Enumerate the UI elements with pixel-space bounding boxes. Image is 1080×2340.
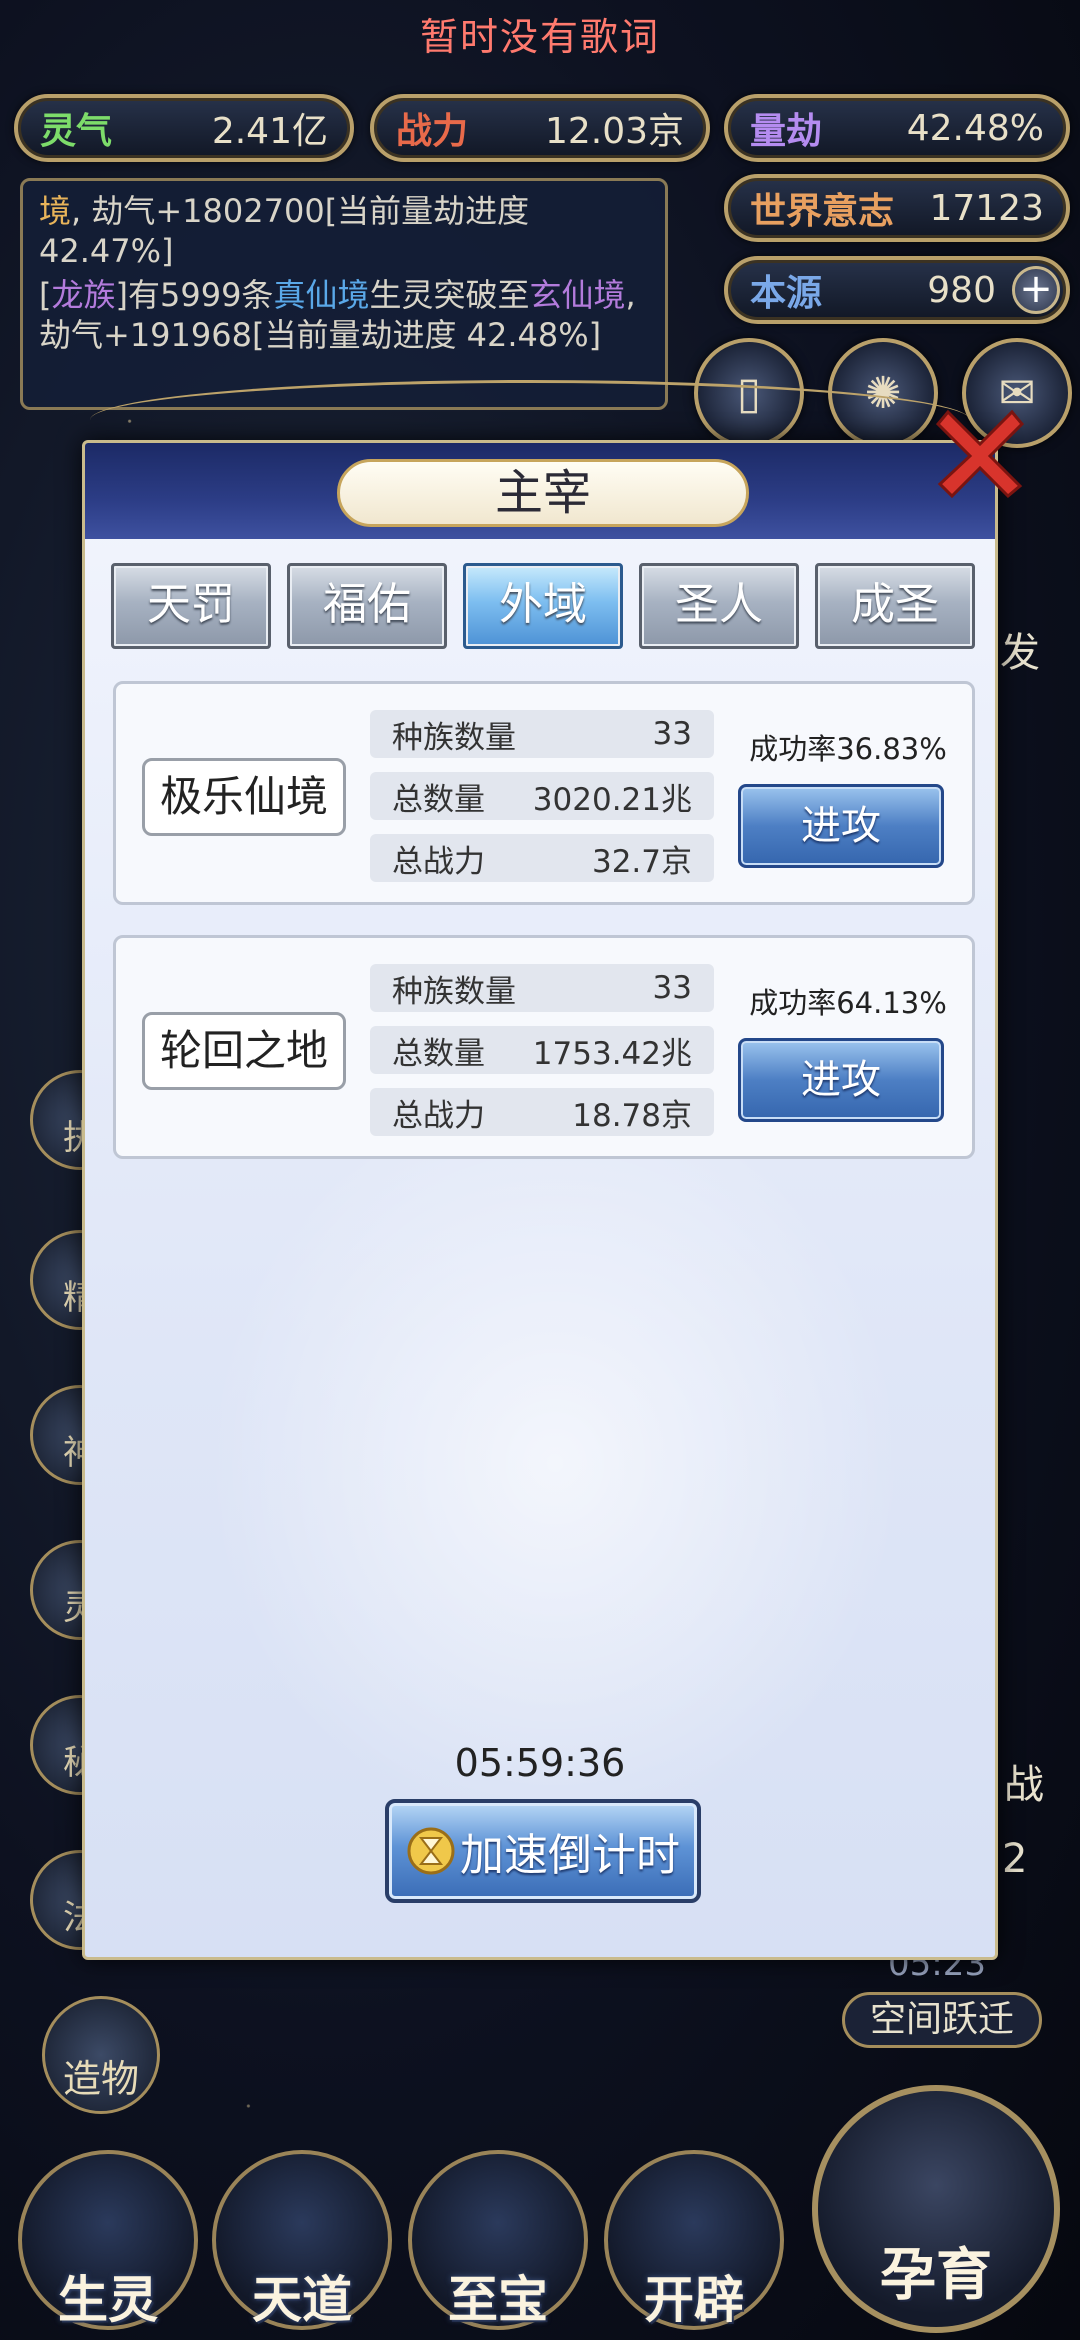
log-line-2-race: 龙族	[51, 276, 116, 314]
event-log: 境, 劫气+1802700[当前量劫进度 42.47%] [龙族]有5999条真…	[20, 178, 668, 410]
total-power-label: 总战力	[392, 1097, 485, 1134]
stat-shijie[interactable]: 世界意志 17123	[724, 174, 1070, 242]
bottom-tiandao-button[interactable]: 天道	[212, 2150, 392, 2330]
add-benyuan-button[interactable]: +	[1012, 266, 1060, 314]
total-count-row: 总数量 3020.21兆	[370, 772, 714, 820]
stat-liangjie[interactable]: 量劫 42.48%	[724, 94, 1070, 162]
bottom-shengling-label: 生灵	[58, 2270, 158, 2329]
stat-zhanli-label: 战力	[396, 110, 469, 152]
total-count-value: 3020.21兆	[532, 781, 692, 818]
total-power-row: 总战力 18.78京	[370, 1088, 714, 1136]
modal-background-art	[205, 1083, 905, 1843]
race-count-label: 种族数量	[392, 973, 516, 1010]
race-count-label: 种族数量	[392, 719, 516, 756]
log-line-2-realm: 真仙境	[273, 276, 370, 314]
lyric-text: 暂时没有歌词	[419, 15, 660, 59]
stat-zhanli[interactable]: 战力 12.03京	[370, 94, 710, 162]
stat-lingqi[interactable]: 灵气 2.41亿	[14, 94, 354, 162]
close-icon[interactable]	[930, 402, 1030, 502]
tab-chengsheng[interactable]: 成圣	[815, 563, 975, 649]
yunyu-label: 孕育	[880, 2242, 992, 2308]
log-line-1: 境, 劫气+1802700[当前量劫进度 42.47%]	[39, 191, 649, 271]
tab-shengren[interactable]: 圣人	[639, 563, 799, 649]
log-line-2-realm2: 玄仙境	[529, 276, 626, 314]
zaowu-label: 造物	[62, 2057, 139, 2101]
bottom-shengling-button[interactable]: 生灵	[18, 2150, 198, 2330]
log-line-1-body: , 劫气+1802700[当前量劫进度 42.47%]	[39, 192, 530, 270]
stat-liangjie-label: 量劫	[750, 110, 823, 152]
side-peek-fa: 发	[1000, 630, 1040, 676]
race-count-row: 种族数量 33	[370, 710, 714, 758]
zaowu-button[interactable]: 造物	[42, 1996, 160, 2114]
total-power-label: 总战力	[392, 843, 485, 880]
bottom-zhibao-label: 至宝	[448, 2270, 548, 2329]
total-count-label: 总数量	[392, 1035, 485, 1072]
success-rate: 成功率64.13%	[749, 986, 947, 1020]
race-count-value: 33	[652, 716, 692, 752]
bottom-kaipi-label: 开辟	[644, 2270, 744, 2329]
total-power-value: 18.78京	[572, 1097, 692, 1134]
race-count-value: 33	[652, 970, 692, 1006]
log-line-1-head: 境	[39, 192, 72, 230]
attack-button[interactable]: 进攻	[738, 784, 944, 868]
log-line-2-bracket: [	[39, 276, 52, 314]
total-count-label: 总数量	[392, 781, 485, 818]
side-peek-zhan: 战	[1004, 1762, 1044, 1808]
dominion-modal: 主宰 天罚 福佑 外域 圣人 成圣 极乐仙境 种族数量 33 总数量 3020.…	[82, 440, 998, 1960]
realm-card-2: 轮回之地 种族数量 33 总数量 1753.42兆 总战力 18.78京 成功率…	[113, 935, 975, 1159]
yunyu-button[interactable]: 孕育	[812, 2085, 1060, 2333]
attack-button[interactable]: 进攻	[738, 1038, 944, 1122]
stat-lingqi-label: 灵气	[40, 110, 113, 152]
tab-tianfa[interactable]: 天罚	[111, 563, 271, 649]
log-line-2: [龙族]有5999条真仙境生灵突破至玄仙境, 劫气+191968[当前量劫进度 …	[39, 275, 649, 355]
speed-up-countdown-button[interactable]: 加速倒计时	[385, 1799, 701, 1903]
realm-name: 极乐仙境	[142, 758, 346, 836]
space-jump-button[interactable]: 空间跃迁	[842, 1992, 1042, 2048]
tab-fuyou[interactable]: 福佑	[287, 563, 447, 649]
stat-shijie-label: 世界意志	[750, 190, 895, 232]
bottom-kaipi-button[interactable]: 开辟	[604, 2150, 784, 2330]
modal-tabs: 天罚 福佑 外域 圣人 成圣	[111, 563, 975, 649]
tab-waiyu[interactable]: 外域	[463, 563, 623, 649]
total-power-value: 32.7京	[591, 843, 692, 880]
bottom-zhibao-button[interactable]: 至宝	[408, 2150, 588, 2330]
stat-benyuan-value: 980	[927, 269, 996, 311]
total-count-value: 1753.42兆	[532, 1035, 692, 1072]
stat-benyuan-label: 本源	[750, 272, 823, 314]
race-count-row: 种族数量 33	[370, 964, 714, 1012]
stat-zhanli-value: 12.03京	[544, 111, 684, 152]
stat-liangjie-value: 42.48%	[906, 107, 1044, 149]
log-line-2-c: 生灵突破至	[369, 276, 530, 314]
hourglass-icon	[407, 1827, 455, 1875]
side-peek-2: 2	[1002, 1836, 1028, 1882]
log-line-2-b: ]有5999条	[115, 276, 274, 314]
total-count-row: 总数量 1753.42兆	[370, 1026, 714, 1074]
realm-card-1: 极乐仙境 种族数量 33 总数量 3020.21兆 总战力 32.7京 成功率3…	[113, 681, 975, 905]
speed-up-label: 加速倒计时	[460, 1830, 680, 1881]
modal-title: 主宰	[337, 459, 749, 527]
stat-benyuan[interactable]: 本源 980 +	[724, 256, 1070, 324]
realm-name: 轮回之地	[142, 1012, 346, 1090]
countdown-timer: 05:59:36	[454, 1741, 626, 1785]
bottom-tiandao-label: 天道	[252, 2270, 352, 2329]
total-power-row: 总战力 32.7京	[370, 834, 714, 882]
success-rate: 成功率36.83%	[749, 732, 947, 766]
stat-lingqi-value: 2.41亿	[211, 111, 328, 152]
stat-shijie-value: 17123	[929, 187, 1044, 229]
